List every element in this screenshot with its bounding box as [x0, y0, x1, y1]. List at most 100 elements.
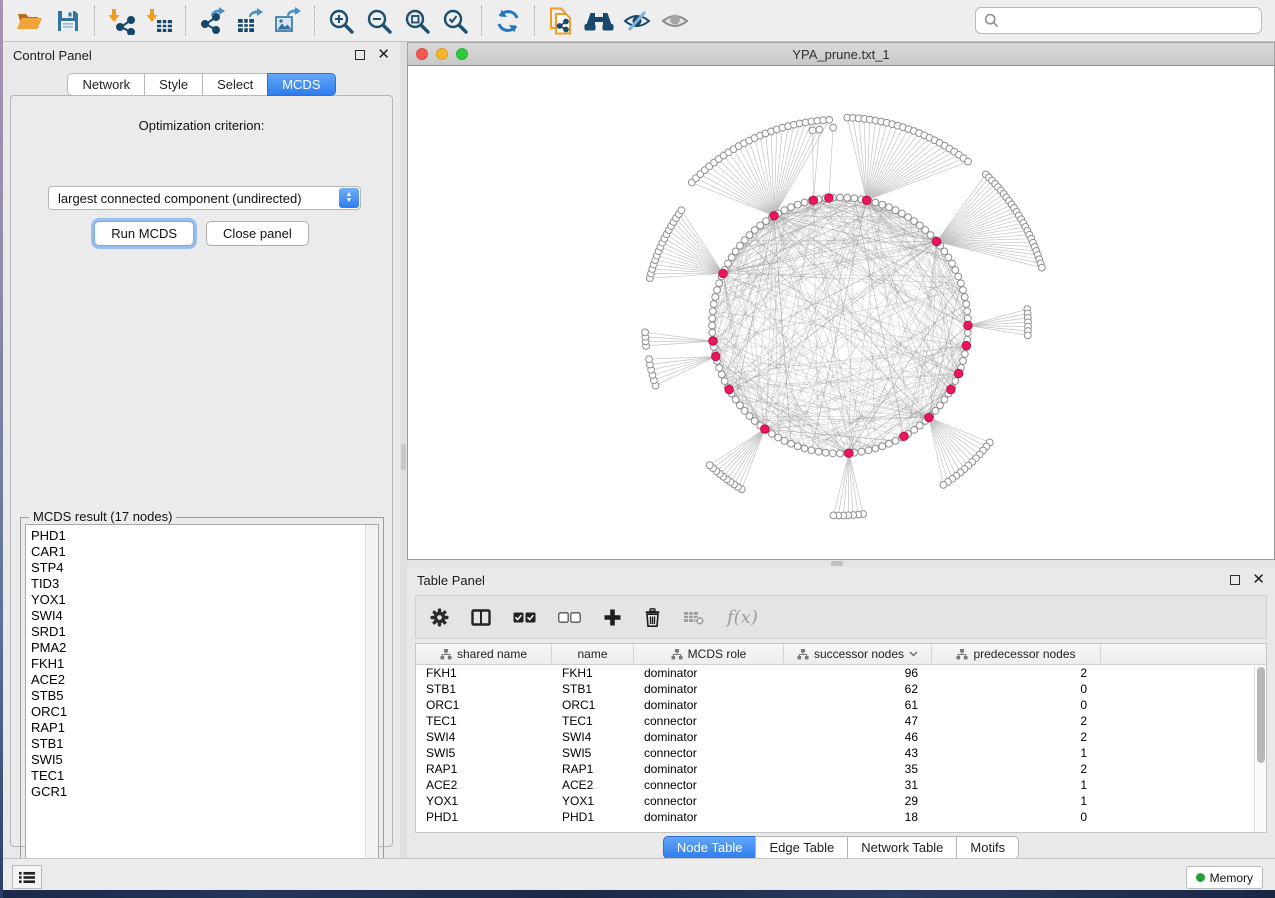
mcds-result-scrollbar[interactable] — [365, 525, 378, 880]
mcds-result-item[interactable]: SWI5 — [26, 752, 378, 768]
select-all-columns-button[interactable] — [513, 602, 536, 632]
network-window-titlebar[interactable]: YPA_prune.txt_1 — [407, 42, 1275, 66]
close-panel-button[interactable]: Close panel — [206, 221, 309, 246]
tree-attribute-icon — [671, 649, 683, 660]
cell-successor-nodes: 61 — [784, 698, 932, 712]
close-panel-icon[interactable]: ✕ — [1252, 575, 1265, 585]
column-header-predecessor-nodes[interactable]: predecessor nodes — [932, 644, 1101, 664]
mcds-result-item[interactable]: ORC1 — [26, 704, 378, 720]
table-header: shared name name MCDS role successor nod… — [416, 644, 1266, 665]
tab-motifs[interactable]: Motifs — [956, 836, 1019, 859]
cell-name: SWI4 — [552, 730, 634, 744]
mcds-result-item[interactable]: SRD1 — [26, 624, 378, 640]
open-file-button[interactable] — [11, 4, 49, 38]
column-header-shared-name[interactable]: shared name — [416, 644, 552, 664]
tree-attribute-icon — [956, 649, 968, 660]
new-network-from-selection-button[interactable] — [542, 4, 580, 38]
mcds-result-item[interactable]: PHD1 — [26, 528, 378, 544]
search-input[interactable] — [1005, 13, 1253, 28]
task-history-button[interactable] — [12, 865, 42, 889]
table-row[interactable]: PHD1PHD1dominator180 — [416, 809, 1254, 825]
mcds-result-item[interactable]: YOX1 — [26, 592, 378, 608]
select-stepper-icon: ▲▼ — [339, 188, 359, 208]
zoom-out-button[interactable] — [360, 4, 398, 38]
import-network-button[interactable] — [102, 4, 140, 38]
vertical-splitter[interactable] — [400, 42, 407, 858]
run-mcds-button[interactable]: Run MCDS — [94, 221, 194, 246]
delete-column-button[interactable] — [644, 602, 661, 632]
splitter-handle[interactable] — [831, 561, 843, 566]
zoom-in-button[interactable] — [322, 4, 360, 38]
mcds-result-item[interactable]: STB1 — [26, 736, 378, 752]
control-panel-tabs: Network Style Select MCDS — [3, 73, 400, 96]
export-table-button[interactable] — [231, 4, 269, 38]
tab-style[interactable]: Style — [144, 73, 202, 96]
tab-network[interactable]: Network — [67, 73, 144, 96]
mcds-result-item[interactable]: STP4 — [26, 560, 378, 576]
split-columns-icon — [471, 609, 491, 626]
column-header-mcds-role[interactable]: MCDS role — [634, 644, 784, 664]
table-row[interactable]: SWI5SWI5connector431 — [416, 745, 1254, 761]
mcds-result-item[interactable]: GCR1 — [26, 784, 378, 800]
show-all-button[interactable] — [656, 4, 694, 38]
table-row[interactable]: ORC1ORC1dominator610 — [416, 697, 1254, 713]
checked-boxes-icon — [513, 612, 536, 623]
mcds-result-item[interactable]: RAP1 — [26, 720, 378, 736]
tab-select[interactable]: Select — [202, 73, 267, 96]
column-header-successor-nodes[interactable]: successor nodes — [784, 644, 932, 664]
memory-button[interactable]: Memory — [1186, 866, 1263, 889]
mcds-result-item[interactable]: CAR1 — [26, 544, 378, 560]
criterion-select[interactable]: largest connected component (undirected)… — [48, 186, 361, 210]
mcds-result-item[interactable]: STB5 — [26, 688, 378, 704]
first-neighbors-button[interactable] — [580, 4, 618, 38]
tab-node-table[interactable]: Node Table — [663, 836, 756, 859]
mcds-result-item[interactable]: SWI4 — [26, 608, 378, 624]
table-settings-button[interactable] — [430, 602, 449, 632]
hide-selected-button[interactable] — [618, 4, 656, 38]
horizontal-splitter[interactable] — [407, 560, 1275, 567]
table-scrollbar-thumb[interactable] — [1257, 667, 1265, 763]
table-row[interactable]: TEC1TEC1connector472 — [416, 713, 1254, 729]
table-row[interactable]: ACE2ACE2connector311 — [416, 777, 1254, 793]
function-builder-button[interactable]: f(x) — [727, 602, 758, 632]
mcds-result-item[interactable]: PMA2 — [26, 640, 378, 656]
mcds-result-item[interactable]: FKH1 — [26, 656, 378, 672]
table-row[interactable]: RAP1RAP1dominator352 — [416, 761, 1254, 777]
delete-table-button[interactable] — [683, 602, 705, 632]
zoom-selected-button[interactable] — [436, 4, 474, 38]
mcds-result-item[interactable]: ACE2 — [26, 672, 378, 688]
table-row[interactable]: FKH1FKH1dominator962 — [416, 665, 1254, 681]
cell-name: TEC1 — [552, 714, 634, 728]
trash-icon — [644, 608, 661, 627]
export-image-button[interactable] — [269, 4, 307, 38]
unselect-all-columns-button[interactable] — [558, 602, 581, 632]
status-bar: Memory — [3, 858, 1275, 890]
refresh-view-button[interactable] — [489, 4, 527, 38]
toolbar-separator — [481, 6, 482, 36]
export-network-button[interactable] — [193, 4, 231, 38]
show-column-panel-button[interactable] — [471, 602, 491, 632]
import-table-button[interactable] — [140, 4, 178, 38]
float-panel-icon[interactable] — [1230, 575, 1240, 585]
memory-status-icon — [1196, 873, 1205, 882]
network-canvas[interactable] — [407, 66, 1275, 560]
cell-predecessor-nodes: 0 — [932, 682, 1101, 696]
tab-network-table[interactable]: Network Table — [847, 836, 956, 859]
splitter-handle[interactable] — [401, 444, 406, 470]
table-row[interactable]: STB1STB1dominator620 — [416, 681, 1254, 697]
save-session-button[interactable] — [49, 4, 87, 38]
float-panel-icon[interactable] — [355, 50, 365, 60]
tab-mcds[interactable]: MCDS — [267, 73, 335, 96]
tab-edge-table[interactable]: Edge Table — [755, 836, 847, 859]
table-scrollbar[interactable] — [1254, 665, 1266, 832]
zoom-fit-button[interactable] — [398, 4, 436, 38]
close-panel-icon[interactable]: ✕ — [377, 50, 390, 60]
mcds-result-item[interactable]: TEC1 — [26, 768, 378, 784]
mcds-result-item[interactable]: TID3 — [26, 576, 378, 592]
mcds-result-list[interactable]: PHD1CAR1STP4TID3YOX1SWI4SRD1PMA2FKH1ACE2… — [25, 524, 379, 881]
table-row[interactable]: YOX1YOX1connector291 — [416, 793, 1254, 809]
create-column-button[interactable] — [603, 602, 622, 632]
cell-mcds-role: connector — [634, 794, 784, 808]
column-header-name[interactable]: name — [552, 644, 634, 664]
table-row[interactable]: SWI4SWI4dominator462 — [416, 729, 1254, 745]
